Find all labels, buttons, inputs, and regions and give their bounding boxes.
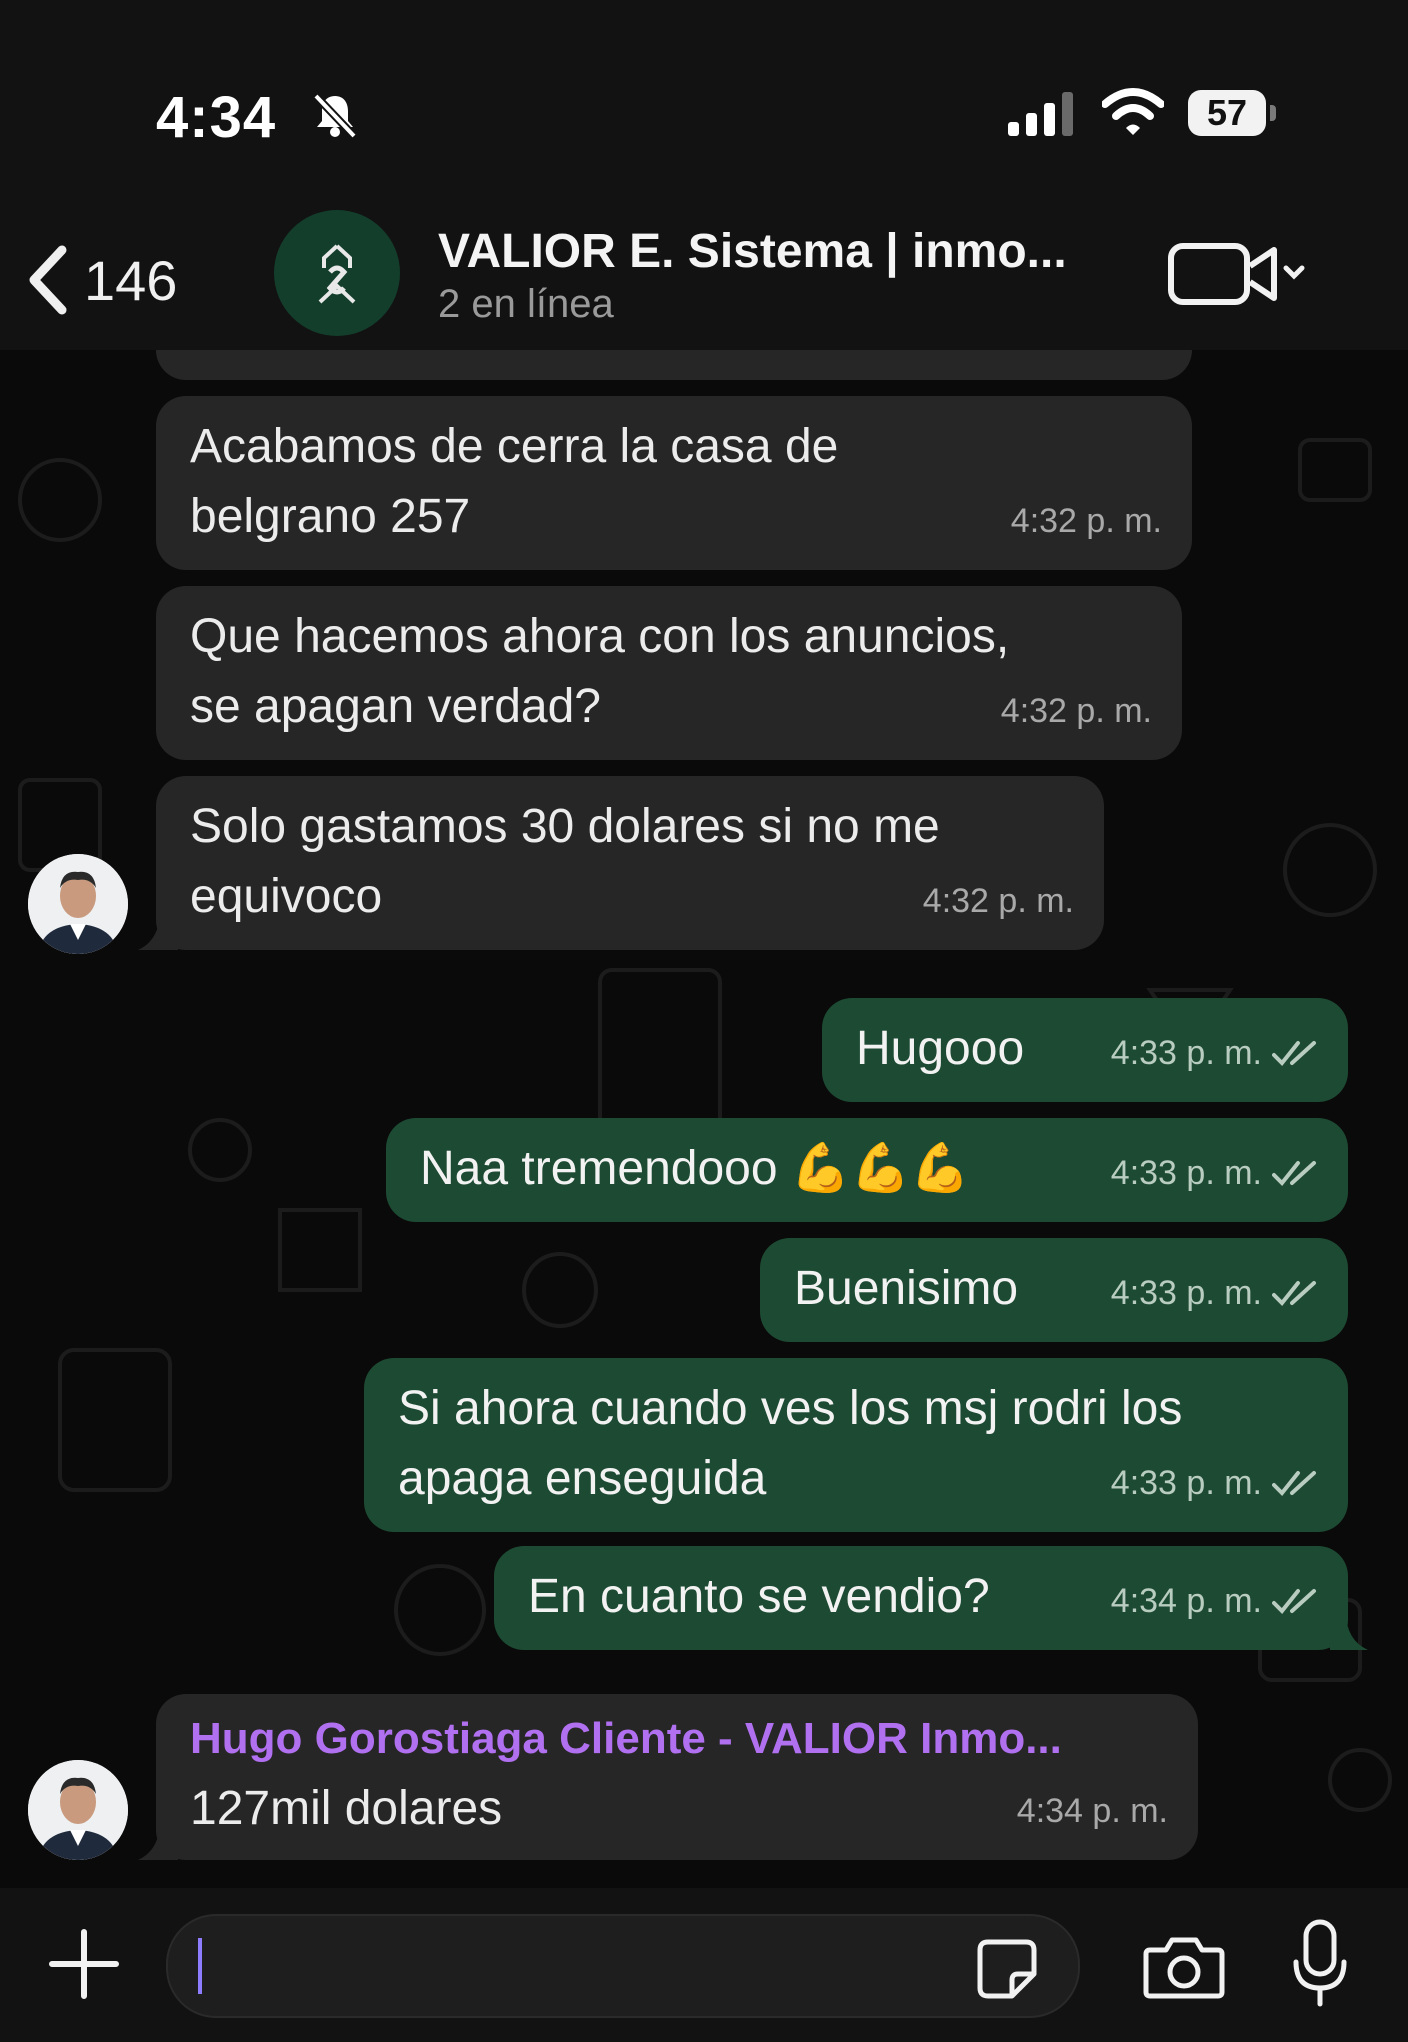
incoming-message-bubble[interactable]: Acabamos de cerra la casa de belgrano 25… [156, 396, 1192, 570]
message-text: Buenisimo [794, 1262, 1019, 1315]
sticker-icon[interactable] [974, 1936, 1040, 2002]
signal-icon [1008, 92, 1073, 136]
bubble-tail [138, 910, 178, 950]
message-time: 4:33 p. m. [1110, 1464, 1262, 1502]
group-avatar[interactable] [274, 210, 400, 336]
camera-icon[interactable] [1142, 1936, 1226, 2000]
incoming-message-bubble[interactable]: Hugo Gorostiaga Cliente - VALIOR Inmo...… [156, 1694, 1198, 1860]
video-call-icon[interactable] [1168, 240, 1308, 310]
person-avatar-icon [28, 854, 128, 954]
battery-icon: 57 [1188, 90, 1276, 136]
message-meta: 4:34 p. m. [1111, 1566, 1318, 1636]
message-line: Que hacemos ahora con los anuncios, [190, 610, 1010, 663]
wifi-icon [1102, 88, 1164, 135]
message-meta: 4:33 p. m. [1111, 1448, 1318, 1518]
chevron-left-icon [29, 245, 67, 315]
incoming-message-bubble[interactable]: Solo gastamos 30 dolares si no me equivo… [156, 776, 1104, 950]
message-line: equivoco [190, 870, 383, 923]
message-text: Solo gastamos 30 dolares si no me equivo… [190, 792, 940, 932]
status-time: 4:34 [156, 85, 277, 150]
group-logo-icon [318, 244, 356, 304]
double-check-icon [1272, 1041, 1316, 1066]
chat-title[interactable]: VALIOR E. Sistema | inmo... [438, 224, 1067, 279]
message-line: Si ahora cuando ves los msj rodri los [398, 1382, 1183, 1435]
message-meta: 4:33 p. m. [1111, 1018, 1318, 1088]
message-text: Naa tremendooo 💪💪💪 [420, 1142, 971, 1195]
message-text: Si ahora cuando ves los msj rodri los ap… [398, 1374, 1182, 1514]
bell-muted-icon [313, 93, 357, 139]
sender-name[interactable]: Hugo Gorostiaga Cliente - VALIOR Inmo... [190, 1704, 1062, 1774]
message-text: Hugooo [856, 1022, 1025, 1075]
status-bar: 4:34 57 [0, 0, 1408, 210]
text-caret [198, 1938, 202, 1994]
message-time: 4:32 p. m. [922, 882, 1074, 920]
unread-count: 146 [84, 248, 178, 312]
message-line: Acabamos de cerra la casa de [190, 420, 839, 473]
plus-icon[interactable] [46, 1926, 122, 2002]
message-meta: 4:33 p. m. [1111, 1138, 1318, 1208]
person-avatar-icon [28, 1760, 128, 1860]
message-time: 4:33 p. m. [1110, 1274, 1262, 1312]
double-check-icon [1272, 1161, 1316, 1186]
message-line: 127mil dolares [190, 1782, 503, 1835]
message-text: Acabamos de cerra la casa de belgrano 25… [190, 412, 838, 552]
message-text: En cuanto se vendio? [528, 1570, 990, 1623]
bubble-tail [138, 1820, 178, 1860]
message-meta: 4:33 p. m. [1111, 1258, 1318, 1328]
previous-message-bubble[interactable] [156, 350, 1192, 380]
message-text: Que hacemos ahora con los anuncios, se a… [190, 602, 1009, 742]
message-line: belgrano 257 [190, 490, 471, 543]
message-input[interactable] [166, 1914, 1080, 2018]
outgoing-message-bubble[interactable]: Si ahora cuando ves los msj rodri los ap… [364, 1358, 1348, 1532]
double-check-icon [1272, 1471, 1316, 1496]
message-line: Solo gastamos 30 dolares si no me [190, 800, 940, 853]
outgoing-message-bubble[interactable]: Hugooo 4:33 p. m. [822, 998, 1348, 1102]
microphone-icon[interactable] [1290, 1918, 1350, 2010]
double-check-icon [1272, 1281, 1316, 1306]
message-line: apaga enseguida [398, 1452, 767, 1505]
outgoing-message-bubble[interactable]: En cuanto se vendio? 4:34 p. m. [494, 1546, 1348, 1650]
outgoing-message-bubble[interactable]: Buenisimo 4:33 p. m. [760, 1238, 1348, 1342]
avatar[interactable] [28, 1760, 128, 1860]
message-time: 4:32 p. m. [1010, 502, 1162, 540]
double-check-icon [1272, 1589, 1316, 1614]
bubble-tail [1330, 1612, 1368, 1650]
incoming-message-bubble[interactable]: Que hacemos ahora con los anuncios, se a… [156, 586, 1182, 760]
back-button[interactable]: 146 [26, 240, 186, 320]
message-line: se apagan verdad? [190, 680, 601, 733]
message-time: 4:34 p. m. [1016, 1792, 1168, 1830]
battery-level: 57 [1206, 92, 1248, 133]
composer-bar [0, 1888, 1408, 2042]
message-time: 4:33 p. m. [1110, 1154, 1262, 1192]
avatar[interactable] [28, 854, 128, 954]
message-time: 4:33 p. m. [1110, 1034, 1262, 1072]
message-time: 4:34 p. m. [1110, 1582, 1262, 1620]
chat-header: 146 VALIOR E. Sistema | inmo... 2 en lín… [0, 210, 1408, 350]
chat-area[interactable]: Acabamos de cerra la casa de belgrano 25… [0, 350, 1408, 1888]
message-time: 4:32 p. m. [1000, 692, 1152, 730]
outgoing-message-bubble[interactable]: Naa tremendooo 💪💪💪 4:33 p. m. [386, 1118, 1348, 1222]
chat-subtitle: 2 en línea [438, 282, 614, 326]
message-text: Hugo Gorostiaga Cliente - VALIOR Inmo...… [190, 1704, 1062, 1844]
